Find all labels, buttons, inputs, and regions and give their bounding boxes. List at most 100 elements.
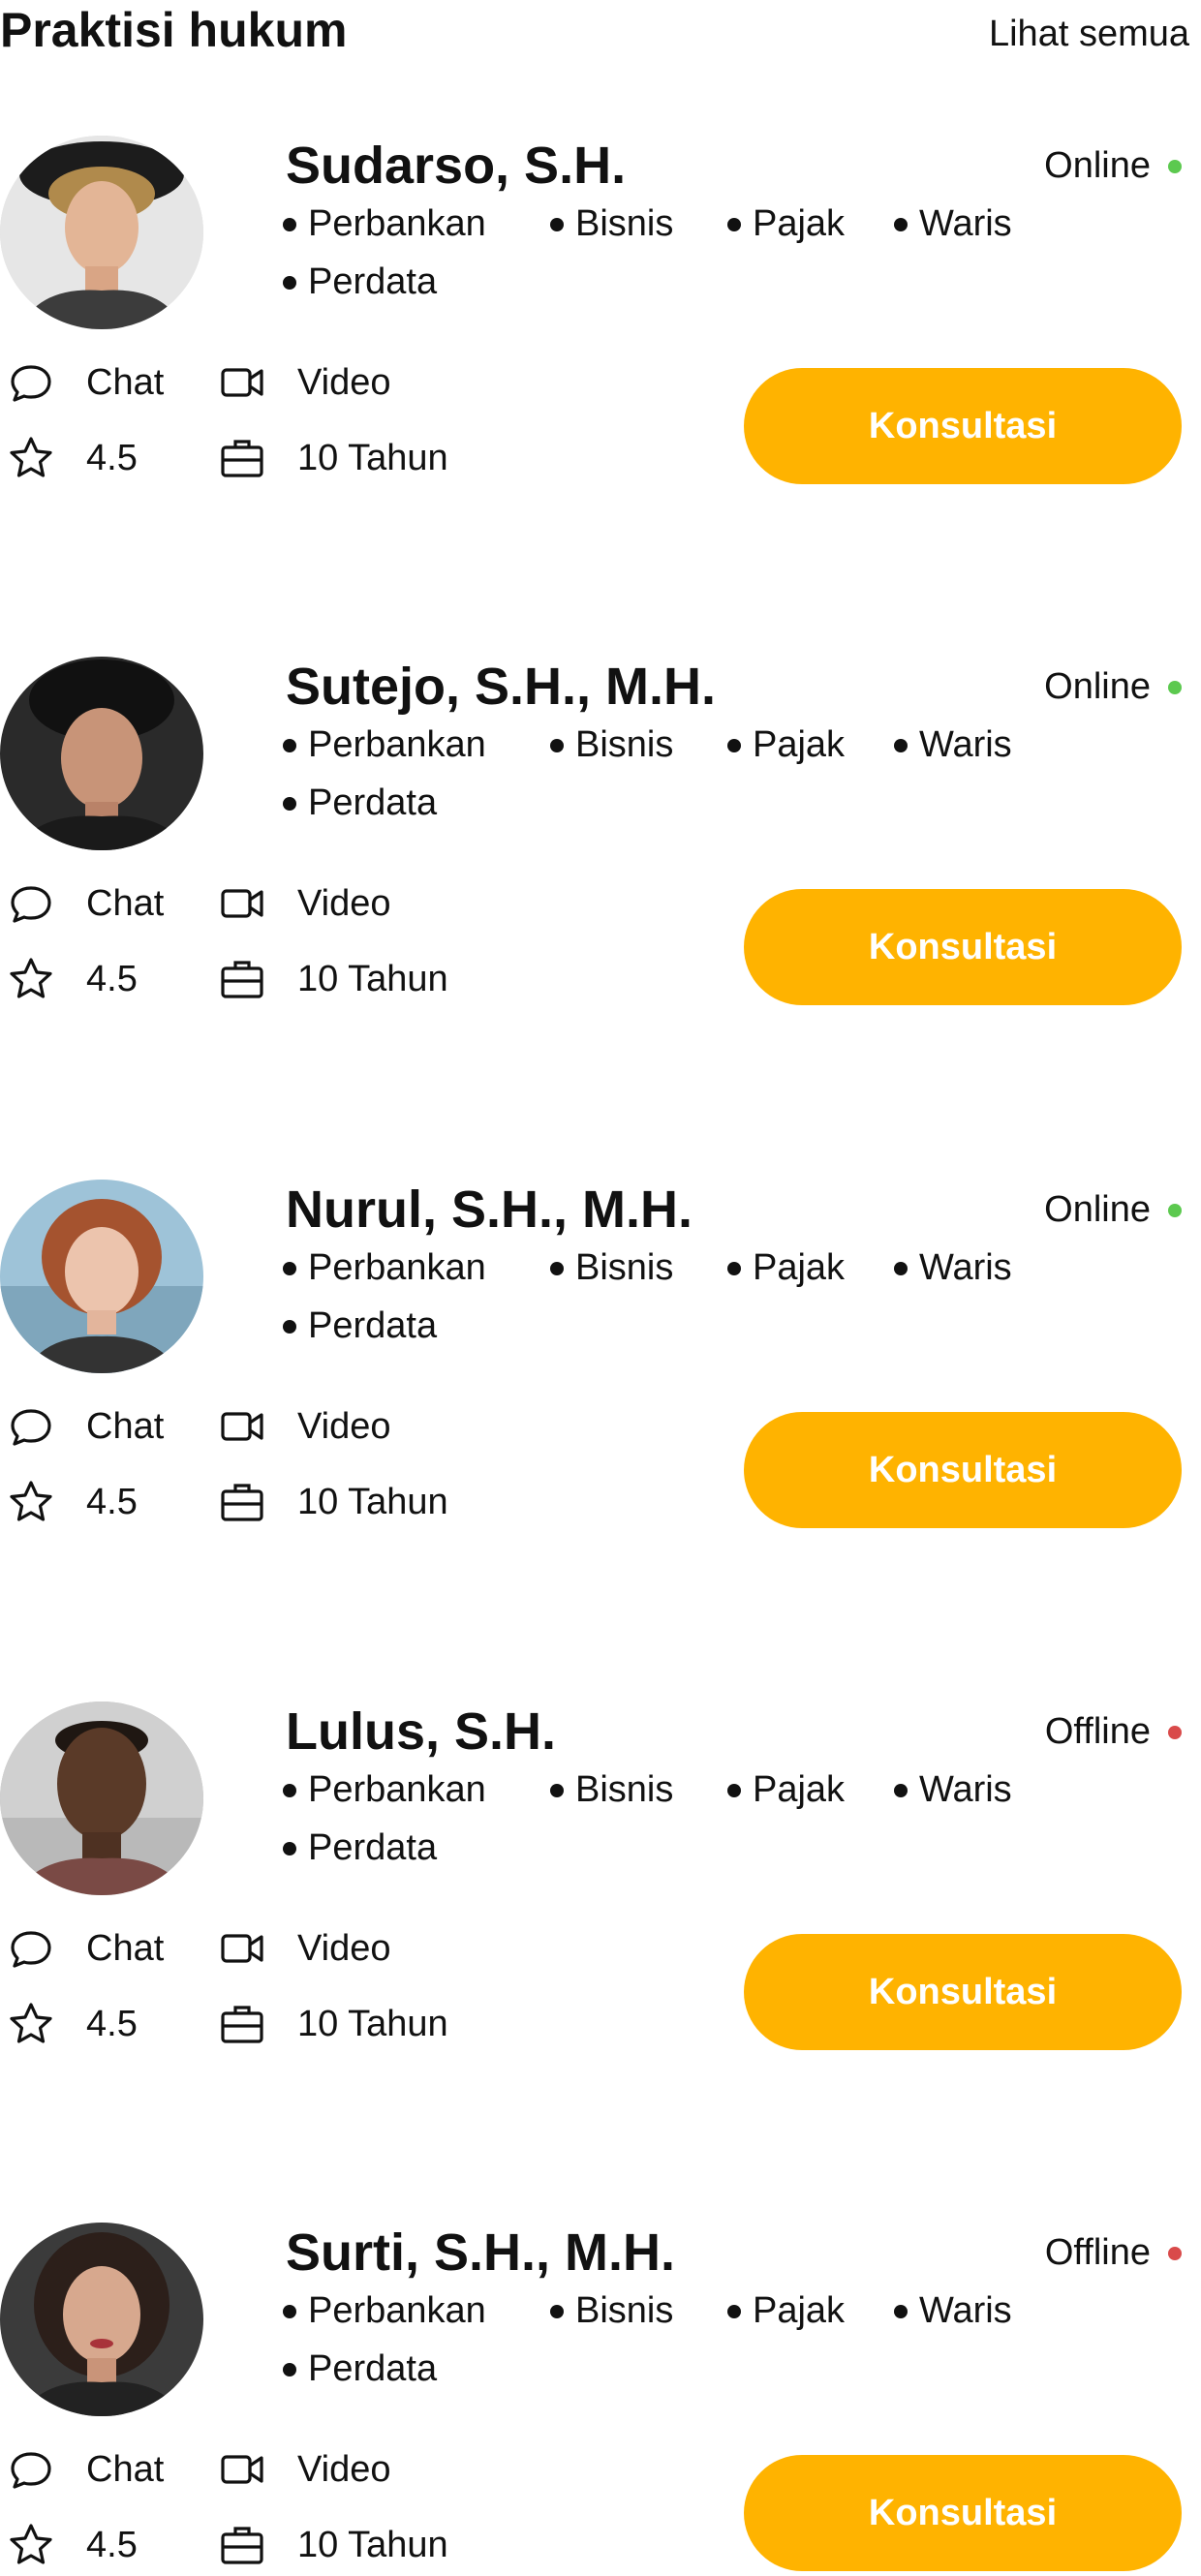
online-dot-icon (1168, 680, 1182, 694)
consult-button[interactable]: Konsultasi (744, 368, 1182, 484)
status-text: Online (1044, 666, 1151, 707)
rating: 4.5 (7, 434, 138, 482)
consult-button[interactable]: Konsultasi (744, 1412, 1182, 1528)
specialty-tag: Perdata (283, 2348, 437, 2390)
star-icon (7, 2000, 55, 2048)
avatar (0, 2223, 203, 2416)
video-label: Video (297, 1927, 391, 1969)
chat-label: Chat (86, 882, 165, 924)
chat-option[interactable]: Chat (7, 1402, 164, 1451)
specialty-tag: Perdata (283, 1305, 437, 1347)
video-option[interactable]: Video (218, 1924, 391, 1973)
section-title: Praktisi hukum (0, 3, 348, 57)
avatar-photo-3 (0, 1180, 203, 1373)
experience-value: 10 Tahun (297, 2524, 448, 2565)
video-camera-icon (218, 1402, 266, 1451)
chat-bubble-icon (7, 2445, 55, 2494)
lawyer-card: Surti, S.H., M.H. Offline Perbankan Bisn… (0, 2223, 1201, 2576)
star-icon (7, 2521, 55, 2569)
experience-value: 10 Tahun (297, 1481, 448, 1522)
lawyer-name: Sutejo, S.H., M.H. (286, 658, 717, 716)
experience: 10 Tahun (218, 2521, 448, 2569)
specialty-tag: Bisnis (550, 2290, 673, 2332)
consult-button[interactable]: Konsultasi (744, 1934, 1182, 2050)
briefcase-icon (218, 434, 266, 482)
chat-bubble-icon (7, 1924, 55, 1973)
status-text: Offline (1044, 2232, 1151, 2273)
avatar (0, 136, 203, 329)
specialty-tag: Waris (894, 2290, 1012, 2332)
rating: 4.5 (7, 955, 138, 1003)
video-option[interactable]: Video (218, 879, 391, 928)
star-icon (7, 1478, 55, 1526)
rating-value: 4.5 (86, 437, 138, 478)
see-all-link[interactable]: Lihat semua (989, 14, 1189, 55)
chat-bubble-icon (7, 879, 55, 928)
specialty-tag: Perdata (283, 1827, 437, 1869)
specialty-tag: Pajak (727, 203, 845, 245)
online-dot-icon (1168, 1203, 1182, 1217)
rating-value: 4.5 (86, 2524, 138, 2565)
status-indicator: Offline (1045, 2232, 1182, 2274)
video-label: Video (297, 361, 391, 403)
lawyer-name: Lulus, S.H. (286, 1702, 557, 1761)
experience: 10 Tahun (218, 1478, 448, 1526)
chat-label: Chat (86, 1405, 165, 1447)
avatar (0, 657, 203, 850)
avatar-photo-2 (0, 657, 203, 850)
chat-option[interactable]: Chat (7, 358, 164, 407)
experience-value: 10 Tahun (297, 437, 448, 478)
video-option[interactable]: Video (218, 2445, 391, 2494)
rating-value: 4.5 (86, 1481, 138, 1522)
specialty-tag: Waris (894, 724, 1012, 766)
lawyer-card: Sudarso, S.H. Online Perbankan Bisnis Pa… (0, 136, 1201, 523)
video-label: Video (297, 1405, 391, 1447)
specialty-tag: Waris (894, 1247, 1012, 1289)
avatar (0, 1702, 203, 1895)
specialty-tag: Pajak (727, 1769, 845, 1811)
chat-option[interactable]: Chat (7, 2445, 164, 2494)
chat-option[interactable]: Chat (7, 879, 164, 928)
specialty-tag: Bisnis (550, 724, 673, 766)
briefcase-icon (218, 955, 266, 1003)
video-option[interactable]: Video (218, 1402, 391, 1451)
specialty-tag: Pajak (727, 2290, 845, 2332)
consult-button[interactable]: Konsultasi (744, 2455, 1182, 2571)
avatar-photo-1 (0, 136, 203, 329)
status-indicator: Online (1044, 1189, 1182, 1231)
avatar (0, 1180, 203, 1373)
specialty-tag: Waris (894, 203, 1012, 245)
experience-value: 10 Tahun (297, 958, 448, 999)
rating: 4.5 (7, 2000, 138, 2048)
specialty-tag: Perbankan (283, 1769, 486, 1811)
lawyer-card: Nurul, S.H., M.H. Online Perbankan Bisni… (0, 1180, 1201, 1567)
specialty-tag: Bisnis (550, 203, 673, 245)
specialty-tag: Perbankan (283, 1247, 486, 1289)
online-dot-icon (1168, 159, 1182, 173)
specialty-tag: Waris (894, 1769, 1012, 1811)
briefcase-icon (218, 2000, 266, 2048)
specialty-tag: Pajak (727, 724, 845, 766)
lawyer-name: Surti, S.H., M.H. (286, 2223, 676, 2282)
chat-option[interactable]: Chat (7, 1924, 164, 1973)
status-indicator: Offline (1045, 1711, 1182, 1753)
video-camera-icon (218, 358, 266, 407)
consult-button[interactable]: Konsultasi (744, 889, 1182, 1005)
experience: 10 Tahun (218, 955, 448, 1003)
lawyer-card: Sutejo, S.H., M.H. Online Perbankan Bisn… (0, 657, 1201, 1044)
lawyer-card: Lulus, S.H. Offline Perbankan Bisnis Paj… (0, 1702, 1201, 2089)
specialty-tag: Perdata (283, 782, 437, 824)
lawyer-name: Sudarso, S.H. (286, 137, 627, 195)
video-label: Video (297, 2448, 391, 2490)
video-camera-icon (218, 879, 266, 928)
chat-bubble-icon (7, 1402, 55, 1451)
chat-label: Chat (86, 1927, 165, 1969)
rating-value: 4.5 (86, 2003, 138, 2044)
video-label: Video (297, 882, 391, 924)
briefcase-icon (218, 2521, 266, 2569)
video-option[interactable]: Video (218, 358, 391, 407)
chat-label: Chat (86, 2448, 165, 2490)
section-header: Praktisi hukum Lihat semua (0, 0, 1201, 68)
specialty-tag: Bisnis (550, 1769, 673, 1811)
offline-dot-icon (1168, 2246, 1182, 2260)
